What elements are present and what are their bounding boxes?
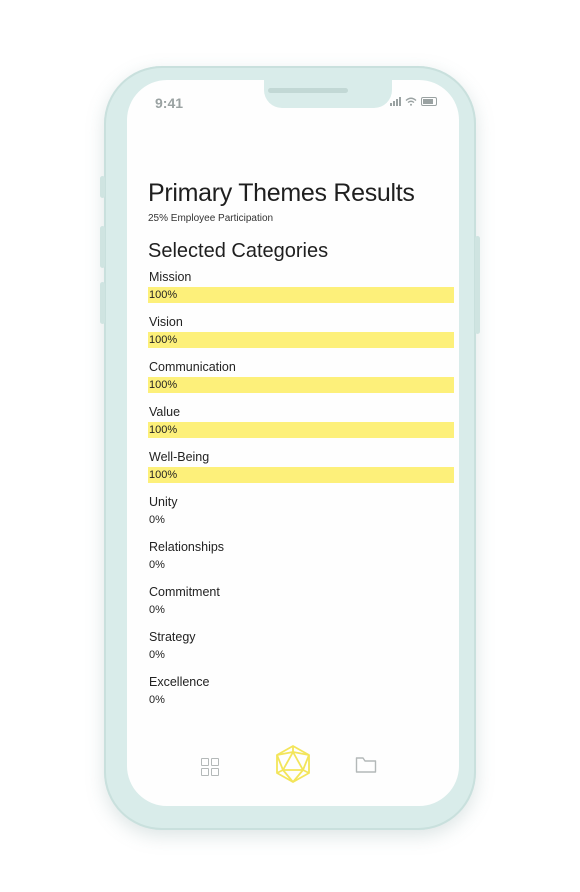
category-label: Relationships	[149, 540, 225, 554]
category-row: Well-Being 100%	[148, 450, 454, 495]
side-button-volume-down	[100, 282, 105, 324]
category-label: Unity	[149, 495, 178, 509]
category-label: Excellence	[149, 675, 210, 689]
category-percent: 0%	[149, 649, 165, 661]
side-button-mute	[100, 176, 105, 198]
category-row: Value 100%	[148, 405, 454, 450]
notch	[264, 80, 392, 108]
category-percent: 0%	[149, 559, 165, 571]
category-progress-bar	[148, 422, 454, 438]
category-row: Excellence 0%	[148, 675, 454, 720]
category-percent: 0%	[149, 694, 165, 706]
category-percent: 100%	[149, 334, 178, 346]
category-row: Mission 100%	[148, 270, 454, 315]
category-row: Commitment 0%	[148, 585, 454, 630]
category-percent: 100%	[149, 379, 178, 391]
category-progress-bar	[148, 467, 454, 483]
category-percent: 100%	[149, 424, 178, 436]
speaker-grille	[268, 88, 348, 93]
wifi-icon	[405, 97, 417, 106]
category-row: Relationships 0%	[148, 540, 454, 585]
category-label: Mission	[149, 270, 192, 284]
category-percent: 0%	[149, 604, 165, 616]
category-percent: 100%	[149, 289, 178, 301]
page-title: Primary Themes Results	[148, 179, 415, 207]
category-progress-bar	[148, 332, 454, 348]
participation-subtitle: 25% Employee Participation	[148, 213, 274, 224]
category-label: Communication	[149, 360, 236, 374]
category-percent: 100%	[149, 469, 178, 481]
side-button-volume-up	[100, 226, 105, 268]
category-label: Commitment	[149, 585, 220, 599]
category-label: Well-Being	[149, 450, 210, 464]
grid-icon[interactable]	[201, 758, 219, 776]
category-row: Communication 100%	[148, 360, 454, 405]
category-list: Mission 100% Vision 100% Communication 100% Va…	[148, 270, 454, 720]
side-button-power	[475, 236, 480, 334]
status-time: 9:41	[155, 95, 184, 111]
category-label: Strategy	[149, 630, 196, 644]
category-label: Value	[149, 405, 181, 419]
signal-icon	[390, 97, 401, 106]
battery-icon	[421, 97, 437, 106]
category-row: Strategy 0%	[148, 630, 454, 675]
category-label: Vision	[149, 315, 183, 329]
category-progress-bar	[148, 287, 454, 303]
status-icons	[390, 97, 437, 106]
section-title: Selected Categories	[148, 240, 329, 262]
category-row: Unity 0%	[148, 495, 454, 540]
gem-icon[interactable]	[273, 744, 313, 784]
folder-icon[interactable]	[355, 756, 377, 774]
category-percent: 0%	[149, 514, 165, 526]
category-progress-bar	[148, 377, 454, 393]
category-row: Vision 100%	[148, 315, 454, 360]
